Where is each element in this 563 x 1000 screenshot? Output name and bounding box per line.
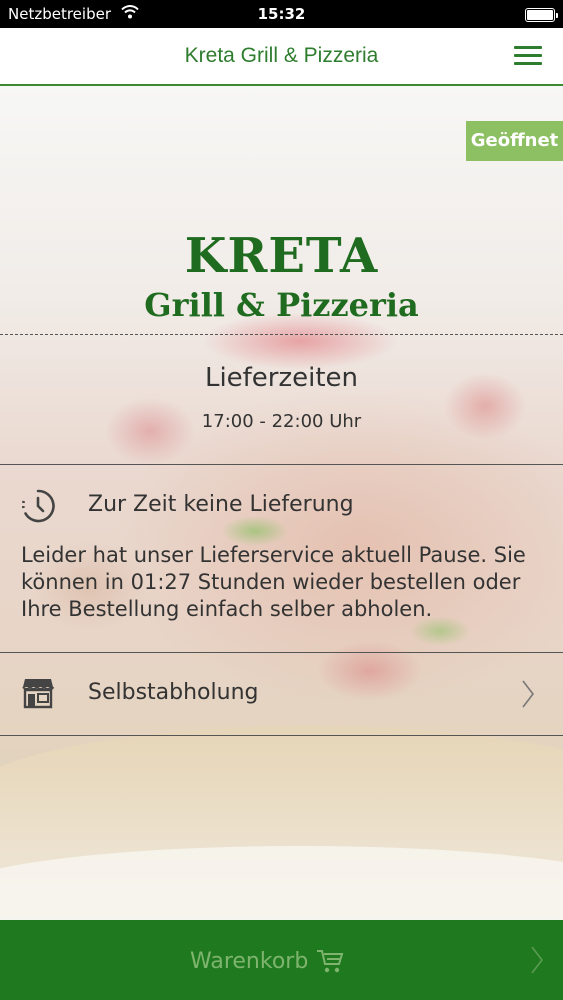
status-bar: Netzbetreiber 15:32	[0, 0, 563, 28]
cart-label: Warenkorb	[190, 949, 309, 974]
nav-title: Kreta Grill & Pizzeria	[184, 44, 379, 67]
divider-line	[0, 464, 563, 465]
hamburger-menu-icon[interactable]	[514, 46, 542, 66]
delivery-hours: 17:00 - 22:00 Uhr	[201, 411, 362, 432]
battery-icon	[525, 8, 558, 22]
divider-line	[0, 735, 563, 736]
chevron-right-icon	[522, 680, 535, 708]
status-time: 15:32	[257, 5, 306, 23]
delivery-times-heading: Lieferzeiten	[204, 363, 359, 393]
pickup-option[interactable]: Selbstabholung	[0, 652, 563, 735]
chevron-right-icon	[531, 946, 544, 974]
cart-button[interactable]: Warenkorb	[0, 920, 563, 1000]
delivery-pause-message: Leider hat unser Lieferservice aktuell P…	[21, 543, 526, 621]
nav-bar: Kreta Grill & Pizzeria	[0, 28, 563, 86]
brand-logo-subtitle: Grill & Pizzeria	[144, 286, 419, 324]
store-icon	[22, 679, 54, 709]
no-delivery-label: Zur Zeit keine Lieferung	[88, 492, 354, 517]
clock-icon	[21, 489, 55, 523]
brand-logo-title: KRETA	[184, 228, 379, 284]
cart-icon	[317, 950, 344, 973]
dashed-divider	[0, 334, 563, 335]
pickup-label: Selbstabholung	[88, 680, 259, 705]
open-status-badge: Geöffnet	[466, 121, 563, 161]
